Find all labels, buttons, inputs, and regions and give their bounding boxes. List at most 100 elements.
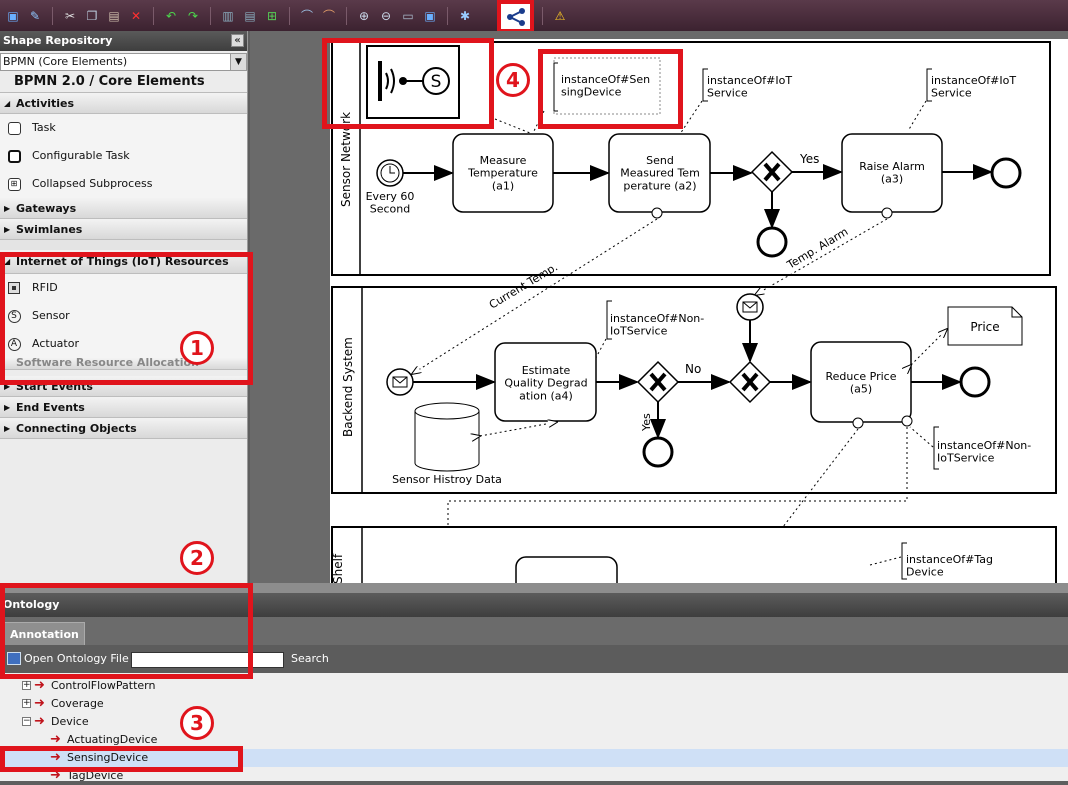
group-spacer [0, 240, 247, 250]
group-label: End Events [16, 401, 85, 414]
yes-label-top: Yes [799, 152, 819, 166]
highlight-iot-resources [0, 252, 253, 385]
stencil-select[interactable]: BPMN (Core Elements) ▼ [0, 53, 247, 71]
arrange-icon[interactable]: ⊞ [263, 7, 281, 25]
collapse-panel-button[interactable]: « [231, 34, 244, 47]
save-icon[interactable]: ▣ [4, 7, 22, 25]
search-button[interactable]: Search [291, 645, 329, 673]
collapsed-triangle-icon: ▶ [4, 424, 11, 433]
task-a4[interactable]: Estimate Quality Degrad ation (a4) [494, 342, 597, 422]
callout-3: 3 [180, 706, 214, 740]
redo-icon[interactable]: ↷ [184, 7, 202, 25]
group-connecting-objects[interactable]: ▶ Connecting Objects [0, 418, 247, 439]
shape-label: Task [32, 121, 56, 134]
diagram-canvas[interactable]: Sensor Network S instanceOf#Sen singDevic… [322, 38, 1068, 583]
end-event-1[interactable] [990, 157, 1022, 189]
group-end-events[interactable]: ▶ End Events [0, 397, 247, 418]
yes-label-bottom: Yes [640, 413, 653, 432]
task-a1[interactable]: Measure Temperature (a1) [452, 133, 554, 213]
toolbar-separator [346, 6, 347, 25]
toolbar-separator [447, 6, 448, 25]
main-toolbar: ▣ ✎ ✂ ❐ ▤ ✕ ↶ ↷ ▥ ▤ ⊞ ⌒ ⌒ ⊕ ⊖ ▭ ▣ ✱ ⚠ [0, 0, 1068, 31]
configurable-task-icon [7, 149, 21, 163]
tree-item-label: Device [51, 715, 89, 728]
arrow-right-icon: ➜ [34, 678, 45, 693]
add-point-icon[interactable]: ⌒ [298, 7, 316, 25]
remove-point-icon[interactable]: ⌒ [320, 7, 338, 25]
task-shelf[interactable] [515, 556, 618, 583]
stencil-select-value: BPMN (Core Elements) [3, 55, 128, 68]
edit-icon[interactable]: ✎ [26, 7, 44, 25]
group-label: Swimlanes [16, 223, 83, 236]
task-icon [7, 121, 21, 135]
task-a3[interactable]: Raise Alarm (a3) [841, 133, 943, 219]
collapse-icon[interactable]: − [22, 717, 31, 726]
arrow-right-icon: ➜ [34, 714, 45, 729]
stencil-set-title: BPMN 2.0 / Core Elements [0, 71, 247, 93]
distribute-icon[interactable]: ▤ [241, 7, 259, 25]
arrow-right-icon: ➜ [34, 696, 45, 711]
message-start-event-2[interactable] [736, 293, 764, 321]
zoom-fit-icon[interactable]: ▭ [399, 7, 417, 25]
lane-label: Backend System [341, 337, 355, 437]
toolbar-separator [210, 6, 211, 25]
end-event-4[interactable] [642, 436, 674, 468]
expanded-triangle-icon: ◢ [4, 99, 11, 108]
undo-icon[interactable]: ↶ [162, 7, 180, 25]
toolbar-separator [289, 6, 290, 25]
cut-icon[interactable]: ✂ [61, 7, 79, 25]
chevron-down-icon: ▼ [230, 54, 246, 70]
tree-item-coverage[interactable]: + ➜ Coverage [0, 695, 1068, 713]
lane-label: Shelf [331, 553, 345, 583]
share-icon [505, 6, 526, 27]
paste-icon[interactable]: ▤ [105, 7, 123, 25]
collapsed-triangle-icon: ▶ [4, 204, 11, 213]
shape-item-configurable-task[interactable]: Configurable Task [0, 142, 247, 170]
highlight-sensing-annotation [538, 49, 683, 129]
task-a2[interactable]: Send Measured Tem perature (a2) [608, 133, 711, 219]
expand-icon[interactable]: + [22, 681, 31, 690]
task-a5[interactable]: Reduce Price (a5) [810, 341, 913, 429]
group-swimlanes[interactable]: ▶ Swimlanes [0, 219, 247, 240]
group-label: Activities [16, 97, 75, 110]
callout-1: 1 [180, 331, 214, 365]
price-label: Price [970, 320, 999, 334]
collapsed-subprocess-icon: ⊞ [7, 177, 21, 191]
copy-icon[interactable]: ❐ [83, 7, 101, 25]
delete-icon[interactable]: ✕ [127, 7, 145, 25]
highlight-annotation-tab [0, 583, 253, 679]
group-activities[interactable]: ◢ Activities [0, 93, 247, 114]
data-object-price[interactable]: Price [947, 306, 1023, 346]
tree-item-label: ControlFlowPattern [51, 679, 156, 692]
share-button-highlight[interactable] [497, 0, 534, 33]
warning-icon[interactable]: ⚠ [551, 7, 569, 25]
tree-item-device[interactable]: − ➜ Device [0, 713, 1068, 731]
shape-item-collapsed-subprocess[interactable]: ⊞ Collapsed Subprocess [0, 170, 247, 198]
shape-label: Configurable Task [32, 149, 130, 162]
callout-4: 4 [496, 63, 530, 97]
toolbar-separator [153, 6, 154, 25]
tree-item-controlflowpattern[interactable]: + ➜ ControlFlowPattern [0, 677, 1068, 695]
data-store-label: Sensor Histroy Data [392, 473, 502, 486]
no-label: No [685, 362, 701, 376]
zoom-in-icon[interactable]: ⊕ [355, 7, 373, 25]
zoom-out-icon[interactable]: ⊖ [377, 7, 395, 25]
message-start-event-1[interactable] [386, 368, 414, 396]
shape-label: Collapsed Subprocess [32, 177, 153, 190]
highlight-sensor-shape [322, 38, 494, 129]
end-event-2[interactable] [756, 226, 788, 258]
settings-icon[interactable]: ✱ [456, 7, 474, 25]
toolbar-separator [542, 6, 543, 25]
end-event-3[interactable] [959, 366, 991, 398]
collapsed-triangle-icon: ▶ [4, 225, 11, 234]
align-icon[interactable]: ▥ [219, 7, 237, 25]
group-gateways[interactable]: ▶ Gateways [0, 198, 247, 219]
toolbar-separator [52, 6, 53, 25]
timer-label: Every 60 Second [366, 190, 415, 216]
highlight-sensing-device-item [0, 746, 243, 772]
shape-item-task[interactable]: Task [0, 114, 247, 142]
fullscreen-icon[interactable]: ▣ [421, 7, 439, 25]
shape-repository-header: Shape Repository « [0, 31, 247, 51]
expand-icon[interactable]: + [22, 699, 31, 708]
group-label: Connecting Objects [16, 422, 137, 435]
